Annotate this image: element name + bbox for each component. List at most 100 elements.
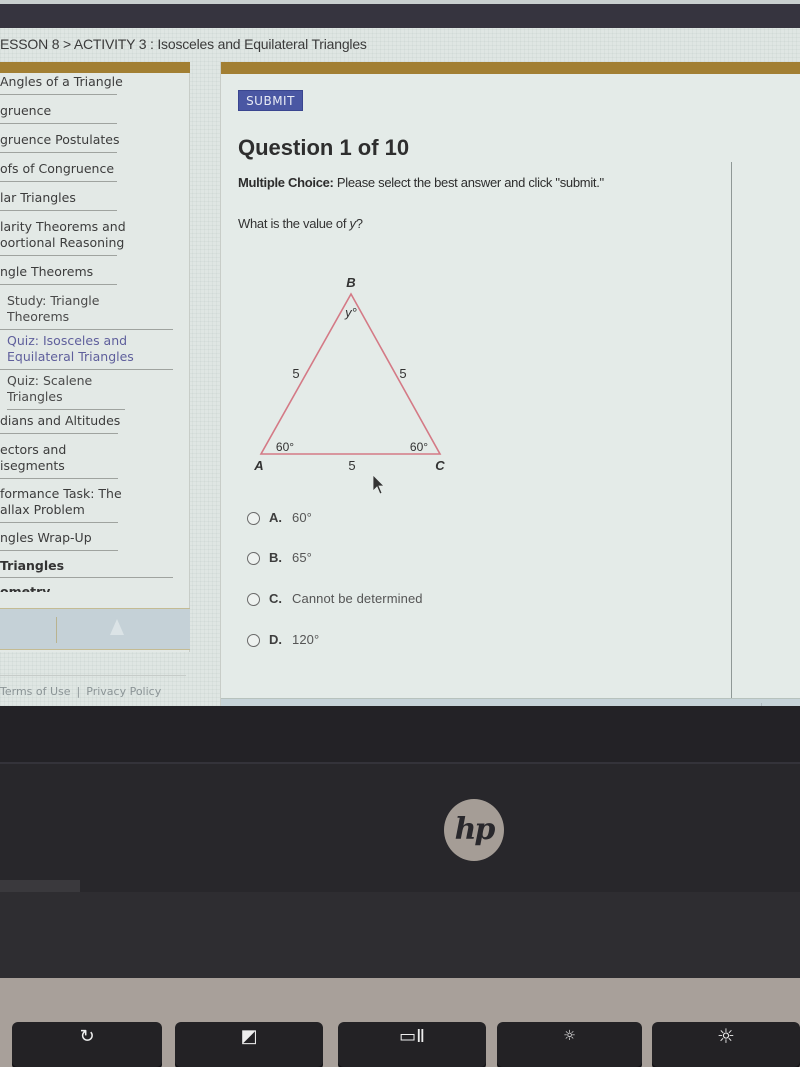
sidebar-item-label: Study: Triangle <box>7 293 100 308</box>
divider <box>0 152 117 153</box>
vertex-label-a: A <box>253 458 263 473</box>
prompt-end: ? <box>355 216 363 231</box>
laptop-hinge-lower <box>0 892 800 978</box>
fullscreen-icon: ◩ <box>240 1026 258 1047</box>
question-panel: SUBMIT Question 1 of 10 Multiple Choice:… <box>220 62 800 734</box>
sidebar-header-bar <box>0 62 190 73</box>
divider <box>0 181 117 182</box>
divider <box>0 522 118 523</box>
radio-button[interactable] <box>247 593 260 606</box>
divider <box>0 433 118 434</box>
divider <box>0 550 118 551</box>
choice-letter: B. <box>269 550 282 565</box>
radio-button[interactable] <box>247 634 260 647</box>
choice-letter: C. <box>269 591 282 606</box>
divider <box>0 210 117 211</box>
divider <box>0 123 117 124</box>
sidebar-item-label-line2: Triangles <box>7 389 63 404</box>
footer-divider <box>0 675 186 676</box>
content-divider <box>731 162 732 702</box>
privacy-policy-link[interactable]: Privacy Policy <box>86 685 161 698</box>
mouse-cursor-icon <box>372 474 385 495</box>
choice-b[interactable]: B. 65° <box>247 549 547 569</box>
divider <box>7 409 125 410</box>
key-fullscreen[interactable]: ◩ <box>175 1022 323 1067</box>
sidebar-item-label: ectors and <box>0 442 67 457</box>
sidebar-item-medians-altitudes[interactable]: dians and Altitudes <box>0 413 120 429</box>
sidebar-item-similar-triangles[interactable]: lar Triangles <box>0 190 76 206</box>
sidebar-item-label-line2: isegments <box>0 458 65 473</box>
key-brightness-down[interactable]: ☼ <box>497 1022 642 1067</box>
choice-letter: A. <box>269 510 282 525</box>
divider <box>0 577 173 578</box>
breadcrumb: ESSON 8 > ACTIVITY 3 : Isosceles and Equ… <box>0 36 367 52</box>
divider <box>0 369 173 370</box>
up-arrow-icon[interactable] <box>110 619 124 635</box>
terms-of-use-link[interactable]: Terms of Use <box>0 685 71 698</box>
sidebar-item-congruence-postulates[interactable]: gruence Postulates <box>0 132 119 148</box>
sidebar-item-triangles-wrap-up[interactable]: ngles Wrap-Up <box>0 530 92 546</box>
screen-bezel <box>0 706 800 764</box>
screen: ESSON 8 > ACTIVITY 3 : Isosceles and Equ… <box>0 28 800 734</box>
prompt-text: What is the value of <box>238 216 350 231</box>
sidebar-item-label-line2: Theorems <box>7 309 70 324</box>
instructions-label: Multiple Choice: <box>238 175 334 190</box>
sidebar-item-label: Quiz: Scalene <box>7 373 93 388</box>
divider <box>0 478 118 479</box>
radio-button[interactable] <box>247 552 260 565</box>
brightness-up-icon: ☼ <box>717 1024 735 1048</box>
divider <box>0 94 117 95</box>
panel-header-bar <box>221 62 800 74</box>
instructions-text: Please select the best answer and click … <box>333 175 604 190</box>
sidebar-item-label-line2: Equilateral Triangles <box>7 349 134 364</box>
sidebar-item-unit-geometry[interactable]: ometry <box>0 584 50 592</box>
choice-a[interactable]: A. 60° <box>247 509 547 529</box>
radio-button[interactable] <box>247 512 260 525</box>
side-label-ac: 5 <box>348 458 355 473</box>
laptop-hinge-panel <box>0 764 800 892</box>
refresh-icon: ↻ <box>79 1026 95 1047</box>
key-overview[interactable]: ▭Ⅱ <box>338 1022 486 1067</box>
choice-text: 60° <box>292 510 312 525</box>
sidebar-scroll-bar <box>0 608 190 650</box>
sidebar-item-label: larity Theorems and <box>0 219 126 234</box>
key-refresh[interactable]: ↻ <box>12 1022 162 1067</box>
footer-links: Terms of Use | Privacy Policy <box>0 685 161 698</box>
divider <box>56 617 57 643</box>
choice-letter: D. <box>269 632 282 647</box>
question-title: Question 1 of 10 <box>238 135 410 160</box>
question-prompt: What is the value of y? <box>238 216 363 231</box>
angle-label-b: y° <box>344 305 357 320</box>
sidebar-item-label: Quiz: Isosceles and <box>7 333 128 348</box>
choice-text: Cannot be determined <box>292 591 423 606</box>
hp-logo-icon: hp <box>444 799 504 861</box>
key-brightness-up[interactable]: ☼ <box>652 1022 800 1067</box>
side-label-bc: 5 <box>399 366 406 381</box>
vertex-label-b: B <box>346 275 355 290</box>
divider <box>0 329 173 330</box>
course-sidebar: Angles of a Triangle gruence gruence Pos… <box>0 62 190 652</box>
choice-text: 65° <box>292 550 312 565</box>
angle-label-a: 60° <box>276 440 294 454</box>
choice-d[interactable]: D. 120° <box>247 631 547 651</box>
sidebar-item-angles-of-a-triangle[interactable]: Angles of a Triangle <box>0 74 123 90</box>
sidebar-item-triangle-theorems[interactable]: ngle Theorems <box>0 264 93 280</box>
browser-top-bar <box>0 4 800 28</box>
sidebar-item-unit-triangles[interactable]: Triangles <box>0 558 64 574</box>
sidebar-item-congruence[interactable]: gruence <box>0 103 51 119</box>
angle-label-c: 60° <box>410 440 428 454</box>
instructions: Multiple Choice: Please select the best … <box>238 175 604 190</box>
sidebar-item-label-line2: allax Problem <box>0 502 85 517</box>
sidebar-item-label-line2: oortional Reasoning <box>0 235 125 250</box>
sidebar-item-proofs-of-congruence[interactable]: ofs of Congruence <box>0 161 114 177</box>
side-label-ab: 5 <box>292 366 299 381</box>
footer-separator: | <box>76 685 81 698</box>
submit-button[interactable]: SUBMIT <box>238 90 303 111</box>
sidebar-item-label: formance Task: The <box>0 486 122 501</box>
choice-c[interactable]: C. Cannot be determined <box>247 590 547 610</box>
triangle-figure: B A C 5 5 5 60° 60° y° <box>253 275 445 473</box>
divider <box>0 255 117 256</box>
vertex-label-c: C <box>435 458 445 473</box>
choice-text: 120° <box>292 632 320 647</box>
divider <box>0 284 117 285</box>
